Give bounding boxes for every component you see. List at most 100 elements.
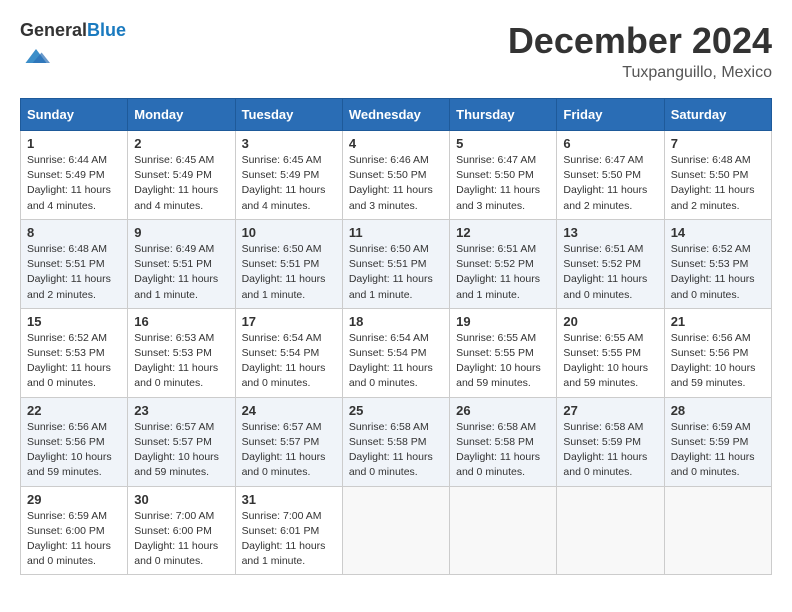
day-info: Sunrise: 6:56 AM Sunset: 5:56 PM Dayligh… [27,420,121,481]
day-info: Sunrise: 6:57 AM Sunset: 5:57 PM Dayligh… [242,420,336,481]
table-row: 3Sunrise: 6:45 AM Sunset: 5:49 PM Daylig… [235,131,342,220]
day-info: Sunrise: 6:52 AM Sunset: 5:53 PM Dayligh… [671,242,765,303]
day-info: Sunrise: 6:56 AM Sunset: 5:56 PM Dayligh… [671,331,765,392]
table-row: 14 Sunrise: 6:52 AM Sunset: 5:53 PM Dayli… [664,219,771,308]
day-info: Sunrise: 6:59 AM Sunset: 5:59 PM Dayligh… [671,420,765,481]
calendar-row: 8 Sunrise: 6:48 AM Sunset: 5:51 PM Daylig… [21,219,772,308]
logo-general-text: General [20,20,87,40]
day-number: 14 [671,225,765,240]
table-row: 26 Sunrise: 6:58 AM Sunset: 5:58 PM Dayli… [450,397,557,486]
table-row: 16 Sunrise: 6:53 AM Sunset: 5:53 PM Dayli… [128,308,235,397]
table-row [557,486,664,575]
day-info: Sunrise: 7:00 AM Sunset: 6:01 PM Dayligh… [242,509,336,570]
day-number: 8 [27,225,121,240]
day-info: Sunrise: 6:48 AM Sunset: 5:51 PM Dayligh… [27,242,121,303]
day-number: 2 [134,136,228,151]
day-info: Sunrise: 6:54 AM Sunset: 5:54 PM Dayligh… [242,331,336,392]
day-number: 3 [242,136,336,151]
day-number: 28 [671,403,765,418]
logo-icon [22,42,50,70]
day-number: 17 [242,314,336,329]
day-info: Sunrise: 6:58 AM Sunset: 5:58 PM Dayligh… [349,420,443,481]
table-row: 29 Sunrise: 6:59 AM Sunset: 6:00 PM Dayli… [21,486,128,575]
day-info: Sunrise: 6:58 AM Sunset: 5:59 PM Dayligh… [563,420,657,481]
day-info: Sunrise: 6:52 AM Sunset: 5:53 PM Dayligh… [27,331,121,392]
table-row: 25 Sunrise: 6:58 AM Sunset: 5:58 PM Dayli… [342,397,449,486]
day-info: Sunrise: 6:58 AM Sunset: 5:58 PM Dayligh… [456,420,550,481]
table-row: 11 Sunrise: 6:50 AM Sunset: 5:51 PM Dayli… [342,219,449,308]
day-info: Sunrise: 6:55 AM Sunset: 5:55 PM Dayligh… [563,331,657,392]
table-row: 20 Sunrise: 6:55 AM Sunset: 5:55 PM Dayli… [557,308,664,397]
table-row: 31 Sunrise: 7:00 AM Sunset: 6:01 PM Dayli… [235,486,342,575]
logo: GeneralBlue [20,20,126,75]
day-info: Sunrise: 6:49 AM Sunset: 5:51 PM Dayligh… [134,242,228,303]
day-number: 22 [27,403,121,418]
day-number: 11 [349,225,443,240]
day-number: 21 [671,314,765,329]
day-info: Sunrise: 6:54 AM Sunset: 5:54 PM Dayligh… [349,331,443,392]
col-tuesday: Tuesday [235,99,342,131]
col-thursday: Thursday [450,99,557,131]
day-number: 18 [349,314,443,329]
day-number: 12 [456,225,550,240]
month-title: December 2024 [508,20,772,62]
table-row: 21 Sunrise: 6:56 AM Sunset: 5:56 PM Dayli… [664,308,771,397]
day-info: Sunrise: 6:47 AM Sunset: 5:50 PM Dayligh… [563,153,657,214]
day-number: 26 [456,403,550,418]
day-info: Sunrise: 6:44 AM Sunset: 5:49 PM Dayligh… [27,153,121,214]
col-sunday: Sunday [21,99,128,131]
calendar-table: Sunday Monday Tuesday Wednesday Thursday… [20,98,772,575]
calendar-row: 29 Sunrise: 6:59 AM Sunset: 6:00 PM Dayli… [21,486,772,575]
day-number: 7 [671,136,765,151]
day-number: 24 [242,403,336,418]
table-row: 10Sunrise: 6:50 AM Sunset: 5:51 PM Dayli… [235,219,342,308]
day-number: 29 [27,492,121,507]
table-row: 4Sunrise: 6:46 AM Sunset: 5:50 PM Daylig… [342,131,449,220]
table-row [450,486,557,575]
day-number: 30 [134,492,228,507]
table-row: 9 Sunrise: 6:49 AM Sunset: 5:51 PM Daylig… [128,219,235,308]
day-number: 23 [134,403,228,418]
location-text: Tuxpanguillo, Mexico [508,64,772,82]
col-wednesday: Wednesday [342,99,449,131]
table-row: 13Sunrise: 6:51 AM Sunset: 5:52 PM Dayli… [557,219,664,308]
day-info: Sunrise: 6:57 AM Sunset: 5:57 PM Dayligh… [134,420,228,481]
calendar-row: 15 Sunrise: 6:52 AM Sunset: 5:53 PM Dayli… [21,308,772,397]
day-number: 20 [563,314,657,329]
day-number: 16 [134,314,228,329]
day-number: 27 [563,403,657,418]
col-saturday: Saturday [664,99,771,131]
table-row: 18 Sunrise: 6:54 AM Sunset: 5:54 PM Dayli… [342,308,449,397]
day-number: 31 [242,492,336,507]
day-number: 15 [27,314,121,329]
col-monday: Monday [128,99,235,131]
day-info: Sunrise: 6:55 AM Sunset: 5:55 PM Dayligh… [456,331,550,392]
page-header: GeneralBlue December 2024 Tuxpanguillo, … [20,20,772,82]
table-row: 7Sunrise: 6:48 AM Sunset: 5:50 PM Daylig… [664,131,771,220]
day-number: 9 [134,225,228,240]
day-info: Sunrise: 6:45 AM Sunset: 5:49 PM Dayligh… [134,153,228,214]
day-info: Sunrise: 7:00 AM Sunset: 6:00 PM Dayligh… [134,509,228,570]
table-row: 2 Sunrise: 6:45 AM Sunset: 5:49 PM Daylig… [128,131,235,220]
day-info: Sunrise: 6:51 AM Sunset: 5:52 PM Dayligh… [563,242,657,303]
table-row: 19 Sunrise: 6:55 AM Sunset: 5:55 PM Dayli… [450,308,557,397]
table-row: 1Sunrise: 6:44 AM Sunset: 5:49 PM Daylig… [21,131,128,220]
header-row: Sunday Monday Tuesday Wednesday Thursday… [21,99,772,131]
table-row [342,486,449,575]
calendar-row: 1Sunrise: 6:44 AM Sunset: 5:49 PM Daylig… [21,131,772,220]
day-number: 25 [349,403,443,418]
table-row: 6Sunrise: 6:47 AM Sunset: 5:50 PM Daylig… [557,131,664,220]
table-row [664,486,771,575]
day-number: 4 [349,136,443,151]
day-number: 5 [456,136,550,151]
day-info: Sunrise: 6:51 AM Sunset: 5:52 PM Dayligh… [456,242,550,303]
logo-blue-text: Blue [87,20,126,40]
table-row: 22 Sunrise: 6:56 AM Sunset: 5:56 PM Dayli… [21,397,128,486]
day-info: Sunrise: 6:53 AM Sunset: 5:53 PM Dayligh… [134,331,228,392]
day-info: Sunrise: 6:50 AM Sunset: 5:51 PM Dayligh… [349,242,443,303]
day-info: Sunrise: 6:59 AM Sunset: 6:00 PM Dayligh… [27,509,121,570]
table-row: 17 Sunrise: 6:54 AM Sunset: 5:54 PM Dayli… [235,308,342,397]
table-row: 12 Sunrise: 6:51 AM Sunset: 5:52 PM Dayli… [450,219,557,308]
day-number: 19 [456,314,550,329]
calendar-row: 22 Sunrise: 6:56 AM Sunset: 5:56 PM Dayli… [21,397,772,486]
